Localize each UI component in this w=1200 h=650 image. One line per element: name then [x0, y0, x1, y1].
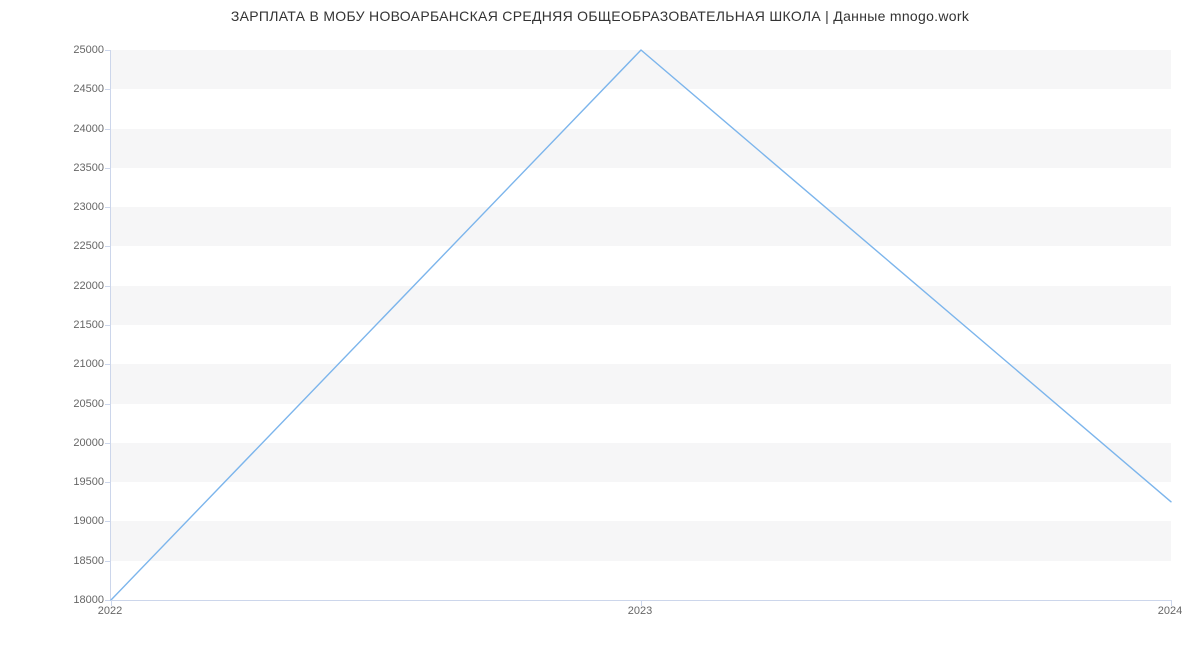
x-tick-label: 2023 — [628, 605, 652, 617]
y-tick-label: 23500 — [24, 162, 104, 174]
chart-title: ЗАРПЛАТА В МОБУ НОВОАРБАНСКАЯ СРЕДНЯЯ ОБ… — [0, 8, 1200, 24]
line-series — [111, 50, 1171, 600]
y-tick-label: 21000 — [24, 358, 104, 370]
y-tick-label: 18000 — [24, 594, 104, 606]
x-tick-label: 2024 — [1158, 605, 1182, 617]
y-tick-label: 20000 — [24, 437, 104, 449]
plot-area — [110, 50, 1171, 601]
y-tick-label: 23000 — [24, 201, 104, 213]
y-tick-label: 19000 — [24, 515, 104, 527]
y-tick-label: 25000 — [24, 44, 104, 56]
y-tick-label: 19500 — [24, 476, 104, 488]
y-tick-label: 24000 — [24, 123, 104, 135]
salary-line-chart: ЗАРПЛАТА В МОБУ НОВОАРБАНСКАЯ СРЕДНЯЯ ОБ… — [0, 0, 1200, 650]
y-tick-label: 20500 — [24, 398, 104, 410]
y-tick-label: 21500 — [24, 319, 104, 331]
y-tick-label: 18500 — [24, 555, 104, 567]
y-tick-label: 22000 — [24, 280, 104, 292]
y-tick-label: 24500 — [24, 83, 104, 95]
y-tick-label: 22500 — [24, 240, 104, 252]
x-tick-label: 2022 — [98, 605, 122, 617]
